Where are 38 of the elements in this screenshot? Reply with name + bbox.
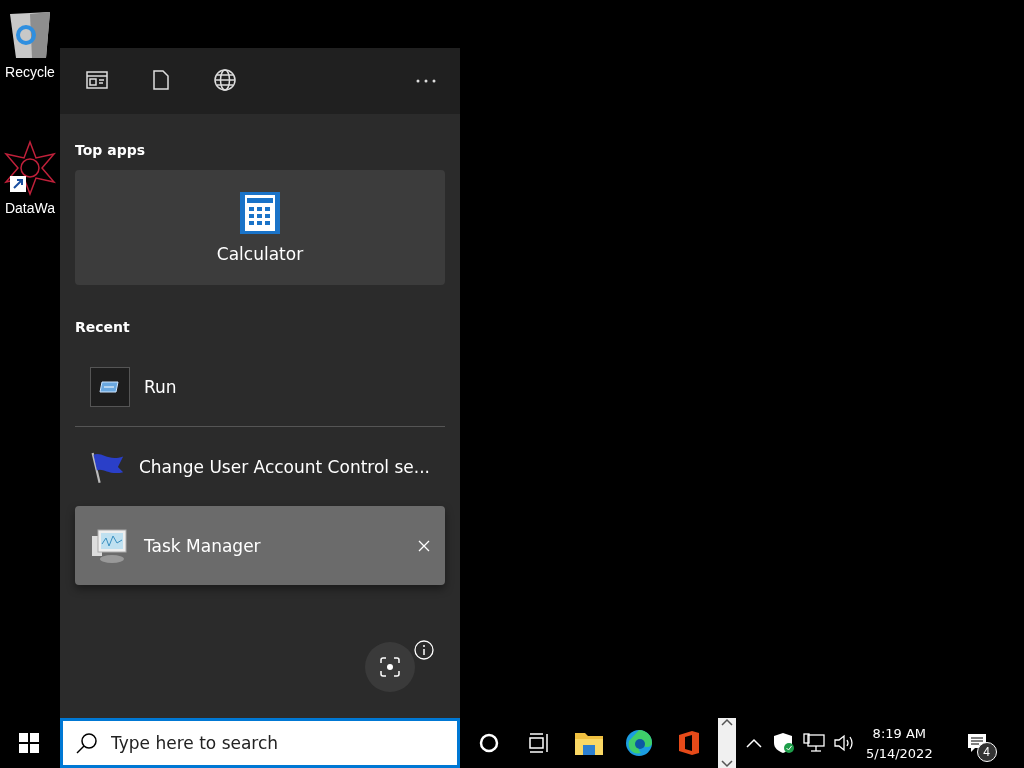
swirl-browser-icon xyxy=(625,729,653,757)
count-badge: 4 xyxy=(976,742,997,762)
shield-icon[interactable] xyxy=(773,732,795,754)
network-icon[interactable] xyxy=(803,733,825,753)
document-icon xyxy=(153,70,169,90)
taskbar-scroller[interactable] xyxy=(718,718,736,768)
calculator-icon xyxy=(240,191,280,234)
speaker-icon[interactable] xyxy=(833,733,855,753)
circle-icon xyxy=(479,733,499,753)
info-icon[interactable] xyxy=(414,640,434,660)
chevron-up-icon xyxy=(721,718,733,726)
screenshot-search-button[interactable] xyxy=(365,642,415,692)
globe-icon xyxy=(214,69,236,91)
recent-item[interactable]: Run xyxy=(75,347,445,426)
search-icon xyxy=(76,732,98,754)
notifications-button[interactable]: 4 xyxy=(954,718,999,768)
section-heading: Recent xyxy=(75,319,131,335)
app-tile[interactable]: Calculator xyxy=(75,170,445,285)
more-icon xyxy=(416,79,436,83)
office-icon xyxy=(677,730,701,756)
recent-item[interactable]: Task Manager xyxy=(75,506,445,585)
starburst-shortcut-icon xyxy=(4,140,56,196)
lens-icon xyxy=(380,657,400,677)
run-icon xyxy=(90,366,130,407)
chevron-down-icon xyxy=(721,760,733,768)
recent-item[interactable]: Change User Account Control se... xyxy=(75,427,445,506)
app-window-icon xyxy=(86,71,108,89)
clock[interactable]: 8:19 AM 5/14/2022 xyxy=(858,725,941,761)
close-icon[interactable] xyxy=(418,539,430,552)
task-view-icon xyxy=(528,733,550,753)
desktop-icon-label[interactable]: DataWa xyxy=(4,200,56,216)
section-heading: Top apps xyxy=(75,142,147,158)
folder-icon xyxy=(574,730,604,756)
chevron-up-icon xyxy=(746,738,762,748)
search-field[interactable]: Type here to search xyxy=(60,718,460,768)
monitor-icon xyxy=(90,527,130,564)
desktop-icon-label[interactable]: Recycle xyxy=(5,64,55,80)
windows-icon xyxy=(19,733,39,753)
